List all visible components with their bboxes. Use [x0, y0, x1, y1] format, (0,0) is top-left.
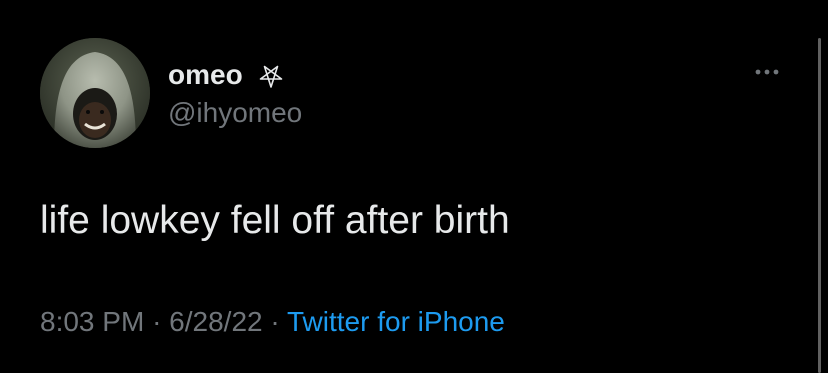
meta-separator: · — [270, 306, 280, 337]
user-handle[interactable]: @ihyomeo — [168, 96, 302, 130]
avatar[interactable] — [40, 38, 150, 148]
tweet-text: life lowkey fell off after birth — [40, 199, 510, 242]
inverted-pentagram-icon — [259, 65, 283, 88]
tweet-date[interactable]: 6/28/22 — [169, 306, 262, 337]
tweet-source-link[interactable]: Twitter for iPhone — [287, 306, 505, 337]
tweet-card: omeo @ihyomeo life lowkey fell off after… — [0, 0, 828, 373]
scrollbar[interactable] — [818, 38, 821, 373]
more-options-icon[interactable] — [750, 62, 784, 82]
avatar-image — [40, 38, 150, 148]
tweet-time[interactable]: 8:03 PM — [40, 306, 144, 337]
meta-separator: · — [152, 306, 162, 337]
display-name[interactable]: omeo — [168, 58, 243, 92]
tweet-meta: 8:03 PM · 6/28/22 · Twitter for iPhone — [40, 304, 505, 340]
